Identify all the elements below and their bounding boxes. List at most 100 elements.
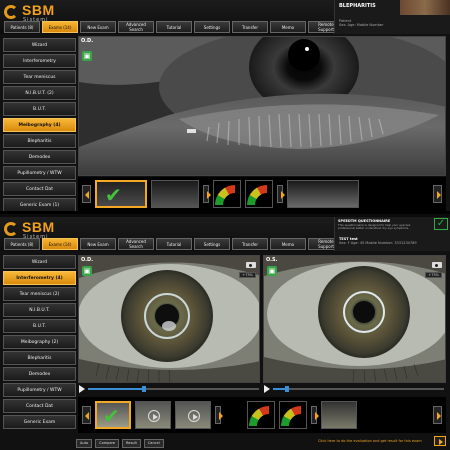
bottom-tab-2[interactable]: New Exam (80, 238, 116, 250)
gallery-icon[interactable]: ▣ (82, 51, 92, 61)
thumbnail-interf-4[interactable] (321, 401, 357, 429)
playback-knob[interactable] (284, 386, 289, 392)
evaluate-arrow-icon[interactable] (434, 436, 446, 446)
top-tab-6[interactable]: Transfer (232, 21, 268, 33)
sidebar-item-5[interactable]: Meibography (2) (3, 335, 76, 349)
top-tab-0[interactable]: Patients (8) (4, 21, 40, 33)
gauge-icon (245, 180, 273, 208)
check-icon: ✔ (103, 404, 120, 428)
questionnaire-check-icon[interactable]: ✓ (434, 218, 448, 230)
eye-side-label: O.D. (81, 38, 94, 44)
bottom-tab-4[interactable]: Tutorial (156, 238, 192, 250)
thumb-next-arrow-icon[interactable] (311, 406, 319, 424)
thumbnail-meibo-3[interactable] (287, 180, 359, 208)
playback-bar-right-eye[interactable] (79, 384, 259, 394)
prev-thumbnails-arrow-icon[interactable] (82, 406, 91, 424)
next-thumbnails-arrow-icon[interactable] (433, 185, 442, 203)
zoom-tag[interactable]: +75% (425, 272, 442, 278)
patient-info: Patient Sex: Age: Mobile Number (339, 19, 383, 27)
top-tab-5[interactable]: Settings (194, 21, 230, 33)
sidebar-item-4[interactable]: B.U.T. (3, 319, 76, 333)
toolbar-button-auto[interactable]: Auto (76, 438, 93, 448)
sidebar-item-0[interactable]: Wizard (3, 38, 76, 52)
sidebar-item-1[interactable]: Interferometry (4) (3, 271, 76, 285)
bottom-exam-sidebar: Wizard Interferometry (4) Tear meniscus (2… (3, 255, 76, 429)
playback-track[interactable] (88, 386, 259, 392)
top-tab-4[interactable]: Tutorial (156, 21, 192, 33)
bottom-tab-6[interactable]: Transfer (232, 238, 268, 250)
thumb-next-arrow-icon[interactable] (277, 185, 285, 203)
top-tab-2[interactable]: New Exam (80, 21, 116, 33)
playback-track[interactable] (273, 386, 444, 392)
sidebar-item-7[interactable]: Demodex (3, 150, 76, 164)
zoom-tag[interactable]: +75% (239, 272, 256, 278)
sidebar-item-3[interactable]: N.I.B.U.T. (2) (3, 86, 76, 100)
thumbnail-meibo-2[interactable] (151, 180, 199, 208)
meibography-image (79, 37, 445, 175)
playback-bar-left-eye[interactable] (264, 384, 444, 394)
sidebar-item-0[interactable]: Wizard (3, 255, 76, 269)
sidebar-item-10[interactable]: Generic Exam (3, 415, 76, 429)
thumbnail-interf-1[interactable]: ✔ (95, 401, 131, 429)
sidebar-item-8[interactable]: Pupillometry / WTW (3, 383, 76, 397)
eye-thumbnail[interactable] (400, 0, 450, 15)
sidebar-item-6[interactable]: Blepharitis (3, 351, 76, 365)
play-icon[interactable] (79, 385, 85, 393)
prev-thumbnails-arrow-icon[interactable] (82, 185, 91, 203)
sidebar-item-9[interactable]: Contact Dat (3, 182, 76, 196)
play-icon[interactable] (264, 385, 270, 393)
interferometry-viewer-left-eye[interactable]: O.S. ▣ +75% (263, 255, 446, 383)
evaluate-hint-link[interactable]: Click here to do the evaluation and get … (318, 439, 422, 443)
sidebar-item-8[interactable]: Pupillometry / WTW (3, 166, 76, 180)
top-tab-1[interactable]: Exams (14) (42, 21, 78, 33)
exam-title: BLEPHARITIS (339, 3, 376, 9)
bottom-tab-3[interactable]: Advanced Search (118, 238, 154, 250)
thumb-next-arrow-icon[interactable] (203, 185, 211, 203)
sidebar-item-7[interactable]: Demodex (3, 367, 76, 381)
camera-icon[interactable] (432, 260, 442, 268)
top-tab-bar: Patients (8) Exams (14) New Exam Advanced S… (4, 21, 344, 33)
toolbar-button-cancel[interactable]: Cancel (143, 438, 164, 448)
thumbnail-interf-3[interactable] (175, 401, 211, 429)
sidebar-item-1[interactable]: Interferometry (3, 54, 76, 68)
bottom-tab-7[interactable]: Memo (270, 238, 306, 250)
logo-text: SBM (22, 219, 55, 235)
bottom-tab-bar: Patients (8) Exams (14) New Exam Advanced S… (4, 238, 344, 250)
thumb-next-arrow-icon[interactable] (215, 406, 223, 424)
thumbnail-meibo-1[interactable]: ✔ (95, 180, 147, 208)
top-tab-3[interactable]: Advanced Search (118, 21, 154, 33)
bottom-toolbar: Auto Compare Result Cancel (76, 438, 164, 448)
play-icon[interactable] (188, 410, 200, 422)
top-exam-sidebar: Wizard Interferometry Tear meniscus N.I.B.U… (3, 38, 76, 211)
sidebar-item-5[interactable]: Meibography (4) (3, 118, 76, 132)
gallery-icon[interactable]: ▣ (267, 266, 277, 276)
bottom-header: SBM Sistemi Patients (8) Exams (14) New Ex… (0, 217, 450, 251)
thumbnail-interf-2[interactable] (135, 401, 171, 429)
sidebar-item-2[interactable]: Tear meniscus (3, 70, 76, 84)
sidebar-item-2[interactable]: Tear meniscus (2) (3, 287, 76, 301)
bottom-tab-0[interactable]: Patients (8) (4, 238, 40, 250)
toolbar-button-result[interactable]: Result (122, 438, 141, 448)
logo-eye-icon (4, 222, 18, 236)
sidebar-item-3[interactable]: N.I.B.U.T. (3, 303, 76, 317)
toolbar-button-compare[interactable]: Compare (95, 438, 120, 448)
gallery-icon[interactable]: ▣ (82, 266, 92, 276)
sidebar-item-9[interactable]: Contact Dat (3, 399, 76, 413)
playback-knob[interactable] (142, 386, 147, 392)
next-thumbnails-arrow-icon[interactable] (433, 406, 442, 424)
top-tab-7[interactable]: Memo (270, 21, 306, 33)
sidebar-item-4[interactable]: B.U.T. (3, 102, 76, 116)
camera-icon[interactable] (246, 260, 256, 268)
bottom-tab-5[interactable]: Settings (194, 238, 230, 250)
right-eye-image (79, 256, 259, 382)
interferometry-viewer-right-eye[interactable]: O.D. ▣ +75% (78, 255, 260, 383)
sidebar-item-6[interactable]: Blepharitis (3, 134, 76, 148)
meibography-viewer[interactable]: O.D. ▣ (78, 36, 446, 176)
questionnaire-box[interactable]: SPEEDTM QUESTIONNAIRE This questionnaire… (334, 217, 450, 251)
play-icon[interactable] (148, 410, 160, 422)
patient-details: Sex: F Age: 45 Mobile Number: 3331234789 (339, 241, 417, 245)
sidebar-item-10[interactable]: Generic Exam (1) (3, 198, 76, 211)
bottom-tab-1[interactable]: Exams (14) (42, 238, 78, 250)
questionnaire-description: This questionnaire is designed to help y… (338, 223, 411, 231)
gauge-icon (279, 401, 307, 429)
